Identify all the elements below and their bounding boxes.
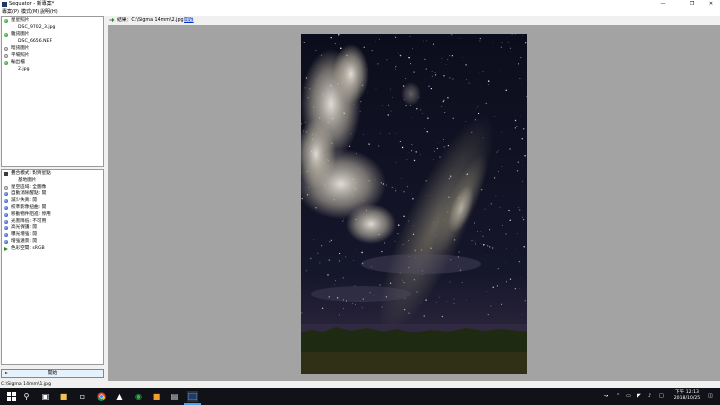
- minimize-button[interactable]: —: [655, 0, 671, 9]
- window-title: Sequator - 新專案*: [9, 1, 55, 7]
- chrome-icon[interactable]: [96, 391, 107, 402]
- file-label: 2.jpg: [18, 67, 30, 72]
- menu-bar: 專案(P) 模式(M) 說明(H): [0, 9, 720, 16]
- setting-label: 移動物件阻進: 停用: [11, 211, 51, 217]
- result-path: 結果：C:\Sigma 14mm\2.jpg: [117, 18, 184, 23]
- option-on-icon: [4, 206, 8, 210]
- color-space-icon: [4, 246, 8, 251]
- status-empty-icon: [4, 54, 8, 58]
- wifi-icon[interactable]: ◤: [637, 388, 641, 405]
- option-on-icon: [4, 226, 8, 231]
- setting-label: 自動消除醒點: 開: [11, 191, 47, 197]
- settings-panel[interactable]: 疊合模式: 對齊星點 基地圖片 星空區域: 全圖像 自動消除醒點: 開減少失真: 開校…: [1, 169, 104, 365]
- maximize-button[interactable]: ❐: [684, 0, 700, 9]
- line-icon[interactable]: ◉: [133, 391, 144, 402]
- app-icon: [2, 2, 7, 7]
- status-empty-icon: [4, 47, 8, 51]
- refresh-icon[interactable]: [109, 17, 115, 23]
- file-label: DSC_9702_3.jpg: [18, 25, 56, 30]
- setting-label: 減少失真: 開: [11, 198, 37, 204]
- file-label: 雜訊圖片: [11, 32, 30, 37]
- windows-start-icon[interactable]: [6, 391, 17, 402]
- setting-label: 色彩空間: sRGB: [11, 245, 45, 251]
- notification-icon[interactable]: ◫: [708, 388, 713, 405]
- app-icon-orange[interactable]: ■: [151, 391, 162, 402]
- battery-icon[interactable]: ▭: [626, 388, 631, 405]
- preview-area: 結果：C:\Sigma 14mm\2.jpg 開啟: [107, 16, 720, 381]
- menu-help[interactable]: 說明(H): [40, 9, 58, 16]
- status-ok-icon: [4, 33, 8, 37]
- setting-label: 光害降低: 不可用: [11, 218, 47, 224]
- status-path: C:\Sigma 14mm\1.jpg: [1, 382, 51, 387]
- menu-mode[interactable]: 模式(M): [21, 9, 39, 16]
- tray-expand-icon[interactable]: ⌃: [616, 388, 620, 405]
- option-on-icon: [4, 240, 8, 244]
- clock[interactable]: 下午 12:13 2018/10/25: [672, 390, 702, 404]
- start-button[interactable]: 開始: [1, 369, 104, 378]
- setting-label: 基地圖片: [18, 177, 37, 183]
- preview-photo: [301, 34, 527, 374]
- app-icon-folder[interactable]: ▤: [169, 391, 180, 402]
- sequator-taskbar-icon[interactable]: [187, 391, 198, 402]
- setting-label: 高光保護: 開: [11, 225, 37, 231]
- option-on-icon: [4, 199, 8, 204]
- milky-way-photo: [301, 34, 527, 374]
- status-ok-icon: [4, 19, 8, 23]
- setting-label: 疊合模式: 對齊星點: [11, 171, 51, 176]
- image-preview[interactable]: [108, 25, 720, 381]
- taskbar: ⚲ ▣ ■ ▫ ▲ ◉ ■ ▤ ↝ ⌃ ▭ ◤ ♪ □ 下午 12:13 201…: [0, 388, 720, 405]
- option-on-icon: [4, 212, 8, 217]
- ime-icon[interactable]: □: [659, 388, 664, 405]
- stack-mode-icon: [4, 172, 8, 176]
- setting-label: 增強遠景: 開: [11, 239, 37, 244]
- open-result-link[interactable]: 開啟: [184, 16, 194, 25]
- start-button-label: 開始: [47, 371, 58, 376]
- clock-date: 2018/10/25: [673, 396, 701, 401]
- option-on-icon: [4, 192, 8, 197]
- photos-icon[interactable]: ▲: [114, 391, 125, 402]
- option-on-icon: [4, 233, 8, 238]
- task-view-icon[interactable]: ▣: [40, 391, 51, 402]
- result-toolbar: 結果：C:\Sigma 14mm\2.jpg 開啟: [107, 16, 720, 25]
- file-explorer-icon[interactable]: ■: [58, 391, 69, 402]
- title-bar: Sequator - 新專案* — ❐ ✕: [0, 0, 720, 9]
- option-off-icon: [4, 185, 8, 190]
- setting-label: 校準影像扭曲: 開: [11, 205, 47, 210]
- status-bar: C:\Sigma 14mm\1.jpg: [0, 381, 720, 388]
- file-label: 星星照片: [11, 18, 30, 23]
- menu-project[interactable]: 專案(P): [2, 9, 19, 16]
- file-label: 平場照片: [11, 53, 30, 58]
- file-label: 暗訊圖片: [11, 46, 30, 51]
- option-on-icon: [4, 219, 8, 224]
- setting-label: 曝光增強: 開: [11, 232, 37, 238]
- app-icon-mail[interactable]: ▫: [77, 391, 88, 402]
- close-button[interactable]: ✕: [703, 0, 719, 9]
- search-icon[interactable]: ⚲: [21, 391, 32, 402]
- volume-icon[interactable]: ♪: [648, 388, 651, 405]
- setting-label: 星空區域: 全圖像: [11, 184, 47, 190]
- file-list-panel[interactable]: 星星照片 DSC_9702_3.jpg 雜訊圖片 DSC_6656.NEF 暗訊圖片平場…: [1, 16, 104, 167]
- network-icon[interactable]: ↝: [604, 388, 608, 405]
- play-icon: [5, 372, 8, 374]
- file-label: DSC_6656.NEF: [18, 39, 53, 44]
- left-panel: 星星照片 DSC_9702_3.jpg 雜訊圖片 DSC_6656.NEF 暗訊圖片平場…: [0, 16, 106, 381]
- file-label: 輸出檔: [11, 60, 25, 65]
- status-ok-icon: [4, 61, 8, 65]
